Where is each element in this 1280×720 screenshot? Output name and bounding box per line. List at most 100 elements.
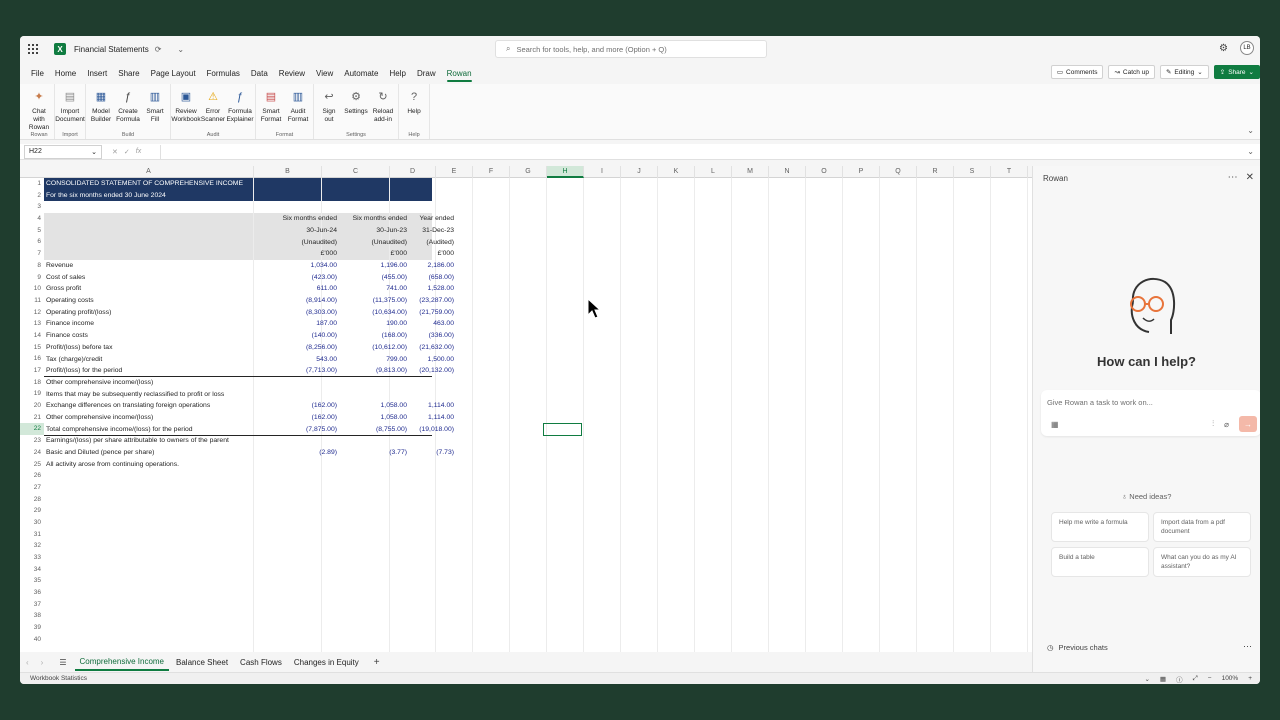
value-cell[interactable]: (8,256.00) bbox=[306, 342, 337, 354]
name-box[interactable]: H22 ⌄ bbox=[24, 144, 102, 159]
value-cell[interactable]: (7,713.00) bbox=[306, 365, 337, 377]
idea-card[interactable]: Build a table bbox=[1051, 547, 1149, 577]
row-header-14[interactable]: 14 bbox=[20, 330, 44, 342]
ribbon-button-chat-with-rowan[interactable]: ✦ Chat with Rowan bbox=[26, 88, 52, 132]
line-item-label[interactable]: Profit/(loss) for the period bbox=[46, 365, 122, 377]
value-cell[interactable]: 1,528.00 bbox=[428, 283, 454, 295]
column-header-cell[interactable]: Year ended bbox=[419, 213, 454, 225]
line-item-label[interactable]: Operating costs bbox=[46, 295, 94, 307]
row-header-18[interactable]: 18 bbox=[20, 377, 44, 389]
attach-icon[interactable]: ⌀ bbox=[1224, 420, 1229, 429]
row-header-32[interactable]: 32 bbox=[20, 540, 44, 552]
value-cell[interactable]: (658.00) bbox=[429, 272, 454, 284]
row-header-19[interactable]: 19 bbox=[20, 388, 44, 400]
menu-tab-formulas[interactable]: Formulas bbox=[207, 65, 240, 82]
selected-cell[interactable] bbox=[543, 422, 582, 436]
ribbon-button-formula-explainer[interactable]: ƒ Formula Explainer bbox=[226, 88, 253, 124]
column-header-j[interactable]: J bbox=[621, 166, 658, 178]
value-cell[interactable]: 1,114.00 bbox=[428, 400, 454, 412]
row-header-28[interactable]: 28 bbox=[20, 494, 44, 506]
grid-view-icon[interactable]: ▦ bbox=[1160, 675, 1166, 683]
value-cell[interactable]: (140.00) bbox=[312, 330, 337, 342]
row-header-39[interactable]: 39 bbox=[20, 622, 44, 634]
row-header-21[interactable]: 21 bbox=[20, 412, 44, 424]
menu-tab-automate[interactable]: Automate bbox=[344, 65, 378, 82]
search-box[interactable]: ⌕ Search for tools, help, and more (Opti… bbox=[495, 40, 767, 58]
row-header-13[interactable]: 13 bbox=[20, 318, 44, 330]
line-item-label[interactable]: All activity arose from continuing opera… bbox=[46, 459, 179, 471]
value-cell[interactable]: (2.89) bbox=[319, 447, 337, 459]
value-cell[interactable]: 799.00 bbox=[386, 354, 407, 366]
catch-up-button[interactable]: ↝ Catch up bbox=[1108, 65, 1155, 79]
row-header-30[interactable]: 30 bbox=[20, 517, 44, 529]
send-button[interactable]: → bbox=[1239, 416, 1257, 432]
value-cell[interactable]: (9,813.00) bbox=[376, 365, 407, 377]
value-cell[interactable]: (20,132.00) bbox=[419, 365, 454, 377]
close-icon[interactable]: ✕ bbox=[1246, 172, 1254, 183]
line-item-label[interactable]: Finance income bbox=[46, 318, 94, 330]
column-header-q[interactable]: Q bbox=[880, 166, 917, 178]
sheet-tab-balance-sheet[interactable]: Balance Sheet bbox=[171, 655, 233, 670]
value-cell[interactable]: (21,759.00) bbox=[419, 307, 454, 319]
menu-tab-draw[interactable]: Draw bbox=[417, 65, 436, 82]
formula-input[interactable] bbox=[160, 144, 1247, 159]
column-header-cell[interactable]: Six months ended bbox=[353, 213, 407, 225]
column-header-e[interactable]: E bbox=[436, 166, 473, 178]
row-header-33[interactable]: 33 bbox=[20, 552, 44, 564]
row-header-6[interactable]: 6 bbox=[20, 236, 44, 248]
line-item-label[interactable]: Finance costs bbox=[46, 330, 88, 342]
settings-sliders-icon[interactable]: ⫶ bbox=[1212, 419, 1214, 429]
idea-card[interactable]: What can you do as my AI assistant? bbox=[1153, 547, 1251, 577]
value-cell[interactable]: 1,500.00 bbox=[428, 354, 454, 366]
line-item-label[interactable]: Operating profit/(loss) bbox=[46, 307, 111, 319]
value-cell[interactable]: (21,632.00) bbox=[419, 342, 454, 354]
gear-icon[interactable]: ⚙ bbox=[1219, 43, 1228, 54]
column-header-cell[interactable]: 30-Jun-23 bbox=[376, 225, 407, 237]
row-header-31[interactable]: 31 bbox=[20, 529, 44, 541]
row-header-22[interactable]: 22 bbox=[20, 423, 44, 436]
line-item-label[interactable]: Basic and Diluted (pence per share) bbox=[46, 447, 154, 459]
column-header-r[interactable]: R bbox=[917, 166, 954, 178]
column-header-c[interactable]: C bbox=[322, 166, 390, 178]
ribbon-button-settings[interactable]: ⚙ Settings bbox=[343, 88, 369, 124]
app-launcher-icon[interactable] bbox=[28, 44, 38, 54]
column-header-h[interactable]: H bbox=[547, 166, 584, 178]
ribbon-button-help[interactable]: ? Help bbox=[401, 88, 427, 116]
menu-tab-share[interactable]: Share bbox=[118, 65, 139, 82]
statement-subtitle[interactable]: For the six months ended 30 June 2024 bbox=[46, 190, 166, 202]
chevron-down-icon[interactable]: ⌄ bbox=[177, 45, 184, 54]
menu-tab-data[interactable]: Data bbox=[251, 65, 268, 82]
ribbon-button-review-workbook[interactable]: ▣ Review Workbook bbox=[171, 88, 200, 124]
value-cell[interactable]: 1,196.00 bbox=[381, 260, 407, 272]
row-header-5[interactable]: 5 bbox=[20, 225, 44, 237]
more-options-icon[interactable]: ⋯ bbox=[1243, 641, 1252, 652]
value-cell[interactable]: 1,058.00 bbox=[381, 400, 407, 412]
value-cell[interactable]: (11,375.00) bbox=[373, 295, 407, 307]
add-sheet-icon[interactable]: + bbox=[374, 657, 380, 668]
share-button[interactable]: ⇪ Share ⌄ bbox=[1213, 65, 1260, 79]
value-cell[interactable]: (7,875.00) bbox=[306, 424, 337, 436]
column-header-l[interactable]: L bbox=[695, 166, 732, 178]
row-header-16[interactable]: 16 bbox=[20, 353, 44, 365]
menu-tab-file[interactable]: File bbox=[31, 65, 44, 82]
value-cell[interactable]: 741.00 bbox=[386, 283, 407, 295]
row-header-1[interactable]: 1 bbox=[20, 178, 44, 190]
value-cell[interactable]: 543.00 bbox=[316, 354, 337, 366]
value-cell[interactable]: (8,303.00) bbox=[306, 307, 337, 319]
cells[interactable]: CONSOLIDATED STATEMENT OF COMPREHENSIVE … bbox=[44, 178, 1032, 652]
value-cell[interactable]: 1,114.00 bbox=[428, 412, 454, 424]
document-title[interactable]: Financial Statements bbox=[74, 45, 149, 54]
line-item-label[interactable]: Revenue bbox=[46, 260, 73, 272]
value-cell[interactable]: 611.00 bbox=[317, 283, 337, 295]
menu-tab-insert[interactable]: Insert bbox=[87, 65, 107, 82]
column-header-k[interactable]: K bbox=[658, 166, 695, 178]
previous-chats-button[interactable]: ◷ Previous chats bbox=[1047, 643, 1108, 652]
column-header-cell[interactable]: Six months ended bbox=[283, 213, 337, 225]
value-cell[interactable]: (8,755.00) bbox=[376, 424, 407, 436]
column-header-cell[interactable]: (Unaudited) bbox=[371, 237, 407, 249]
value-cell[interactable]: (162.00) bbox=[312, 412, 337, 424]
column-header-o[interactable]: O bbox=[806, 166, 843, 178]
editing-mode-button[interactable]: ✎ Editing ⌄ bbox=[1159, 65, 1209, 79]
column-header-cell[interactable]: £'000 bbox=[438, 248, 454, 260]
sheet-tab-changes-in-equity[interactable]: Changes in Equity bbox=[289, 655, 364, 670]
